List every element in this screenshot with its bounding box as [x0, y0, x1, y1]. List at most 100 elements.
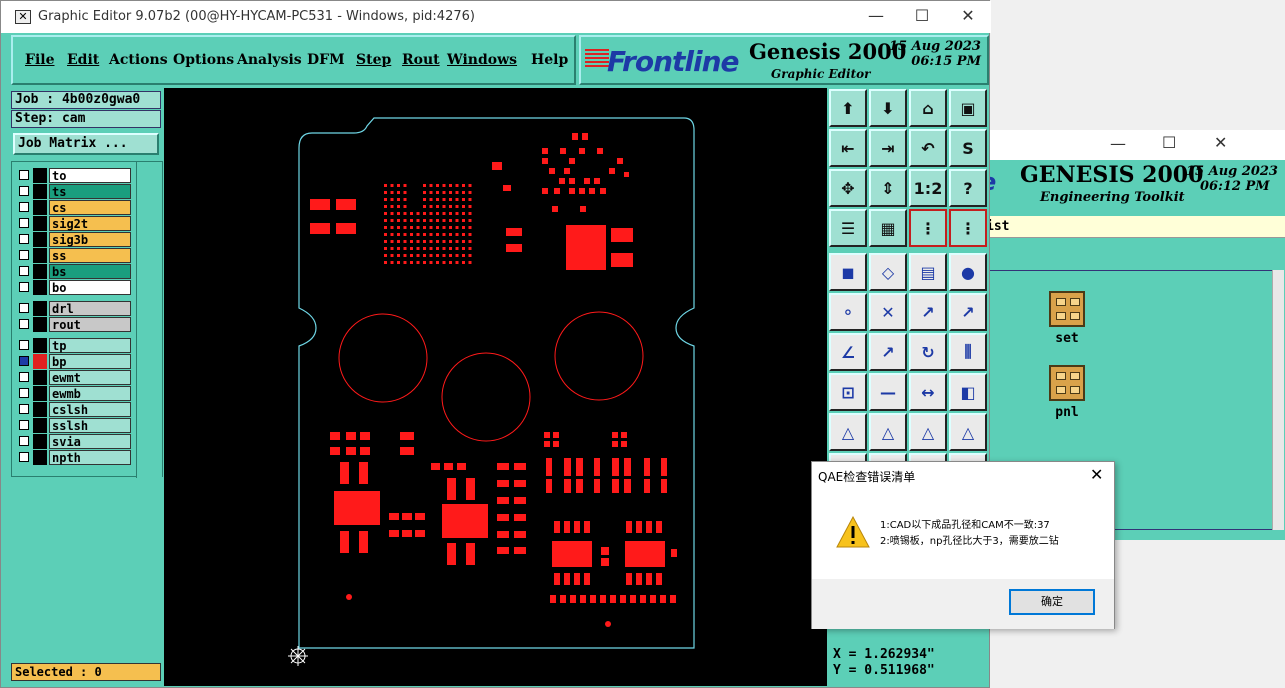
layer-color-swatch[interactable] — [33, 264, 47, 279]
menu-analysis[interactable]: Analysis — [237, 52, 302, 68]
layer-checkbox[interactable] — [19, 319, 29, 329]
layer-checkbox[interactable] — [19, 282, 29, 292]
tool-button-7[interactable]: ↶ — [909, 129, 947, 167]
layer-row-svia[interactable]: svia — [15, 434, 139, 449]
layer-checkbox[interactable] — [19, 436, 29, 446]
layer-row-ss[interactable]: ss — [15, 248, 139, 263]
tool-button-36[interactable]: △ — [949, 413, 987, 451]
layer-name[interactable]: ss — [49, 248, 131, 263]
entity-set[interactable]: set — [1039, 291, 1095, 346]
layer-row-npth[interactable]: npth — [15, 450, 139, 465]
layer-row-ewmt[interactable]: ewmt — [15, 370, 139, 385]
job-matrix-button[interactable]: Job Matrix ... — [13, 133, 159, 155]
tool-button-2[interactable]: ⬇ — [869, 89, 907, 127]
tool-button-19[interactable]: ▤ — [909, 253, 947, 291]
menu-dfm[interactable]: DFM — [307, 52, 345, 68]
tool-button-16[interactable]: ⋮ — [949, 209, 987, 247]
tool-button-29[interactable]: ⊡ — [829, 373, 867, 411]
layer-color-swatch[interactable] — [33, 418, 47, 433]
layer-checkbox[interactable] — [19, 170, 29, 180]
menu-edit[interactable]: Edit — [67, 52, 99, 68]
tool-button-13[interactable]: ☰ — [829, 209, 867, 247]
layer-name[interactable]: bp — [49, 354, 131, 369]
layer-checkbox[interactable] — [19, 356, 29, 366]
layer-color-swatch[interactable] — [33, 168, 47, 183]
layer-checkbox[interactable] — [19, 388, 29, 398]
layer-row-sig3b[interactable]: sig3b — [15, 232, 139, 247]
layer-name[interactable]: cslsh — [49, 402, 131, 417]
tool-button-1[interactable]: ⬆ — [829, 89, 867, 127]
layer-name[interactable]: to — [49, 168, 131, 183]
tool-button-12[interactable]: ? — [949, 169, 987, 207]
menu-windows[interactable]: Windows — [447, 52, 517, 68]
tool-button-3[interactable]: ⌂ — [909, 89, 947, 127]
tool-button-25[interactable]: ∠ — [829, 333, 867, 371]
layer-checkbox[interactable] — [19, 186, 29, 196]
layer-color-swatch[interactable] — [33, 354, 47, 369]
layer-checkbox[interactable] — [19, 266, 29, 276]
tool-button-17[interactable]: ◼ — [829, 253, 867, 291]
minimize-button[interactable]: — — [853, 5, 899, 29]
tool-button-23[interactable]: ↗ — [909, 293, 947, 331]
menu-file[interactable]: File — [25, 52, 54, 68]
layer-name[interactable]: tp — [49, 338, 131, 353]
tool-button-20[interactable]: ● — [949, 253, 987, 291]
tool-button-28[interactable]: ⫼ — [949, 333, 987, 371]
layer-checkbox[interactable] — [19, 218, 29, 228]
tool-button-6[interactable]: ⇥ — [869, 129, 907, 167]
layer-color-swatch[interactable] — [33, 317, 47, 332]
layer-row-bo[interactable]: bo — [15, 280, 139, 295]
tool-button-4[interactable]: ▣ — [949, 89, 987, 127]
layer-color-swatch[interactable] — [33, 450, 47, 465]
tool-button-34[interactable]: △ — [869, 413, 907, 451]
tool-button-11[interactable]: 1:2 — [909, 169, 947, 207]
bg-minimize-button[interactable]: — — [1110, 134, 1126, 153]
layer-row-ts[interactable]: ts — [15, 184, 139, 199]
graphic-canvas[interactable] — [164, 88, 827, 686]
ok-button[interactable]: 确定 — [1009, 589, 1095, 615]
tool-button-26[interactable]: ↗ — [869, 333, 907, 371]
layer-scrollbar[interactable] — [136, 162, 162, 478]
layer-name[interactable]: sig2t — [49, 216, 131, 231]
menu-rout[interactable]: Rout — [402, 52, 440, 68]
layer-row-cslsh[interactable]: cslsh — [15, 402, 139, 417]
layer-name[interactable]: npth — [49, 450, 131, 465]
dialog-close-button[interactable]: ✕ — [1090, 465, 1103, 484]
menu-help[interactable]: Help — [531, 52, 568, 68]
bg-scrollbar[interactable] — [1272, 270, 1284, 530]
layer-row-to[interactable]: to — [15, 168, 139, 183]
layer-row-sig2t[interactable]: sig2t — [15, 216, 139, 231]
layer-color-swatch[interactable] — [33, 200, 47, 215]
layer-row-rout[interactable]: rout — [15, 317, 139, 332]
layer-row-sslsh[interactable]: sslsh — [15, 418, 139, 433]
layer-checkbox[interactable] — [19, 404, 29, 414]
layer-color-swatch[interactable] — [33, 184, 47, 199]
bg-maximize-button[interactable]: ☐ — [1162, 133, 1176, 152]
layer-color-swatch[interactable] — [33, 370, 47, 385]
layer-row-tp[interactable]: tp — [15, 338, 139, 353]
tool-button-32[interactable]: ◧ — [949, 373, 987, 411]
layer-color-swatch[interactable] — [33, 386, 47, 401]
menu-actions[interactable]: Actions — [109, 52, 168, 68]
menu-options[interactable]: Options — [173, 52, 234, 68]
tool-button-18[interactable]: ◇ — [869, 253, 907, 291]
tool-button-22[interactable]: ✕ — [869, 293, 907, 331]
tool-button-8[interactable]: S — [949, 129, 987, 167]
tool-button-33[interactable]: △ — [829, 413, 867, 451]
layer-row-drl[interactable]: drl — [15, 301, 139, 316]
tool-button-30[interactable]: — — [869, 373, 907, 411]
tool-button-24[interactable]: ↗ — [949, 293, 987, 331]
tool-button-14[interactable]: ▦ — [869, 209, 907, 247]
tool-button-9[interactable]: ✥ — [829, 169, 867, 207]
tool-button-35[interactable]: △ — [909, 413, 947, 451]
close-button[interactable]: ✕ — [945, 5, 991, 29]
layer-name[interactable]: cs — [49, 200, 131, 215]
layer-color-swatch[interactable] — [33, 280, 47, 295]
layer-name[interactable]: sig3b — [49, 232, 131, 247]
layer-name[interactable]: rout — [49, 317, 131, 332]
layer-color-swatch[interactable] — [33, 338, 47, 353]
layer-checkbox[interactable] — [19, 250, 29, 260]
maximize-button[interactable]: ☐ — [899, 5, 945, 29]
tool-button-21[interactable]: ⚬ — [829, 293, 867, 331]
tool-button-27[interactable]: ↻ — [909, 333, 947, 371]
